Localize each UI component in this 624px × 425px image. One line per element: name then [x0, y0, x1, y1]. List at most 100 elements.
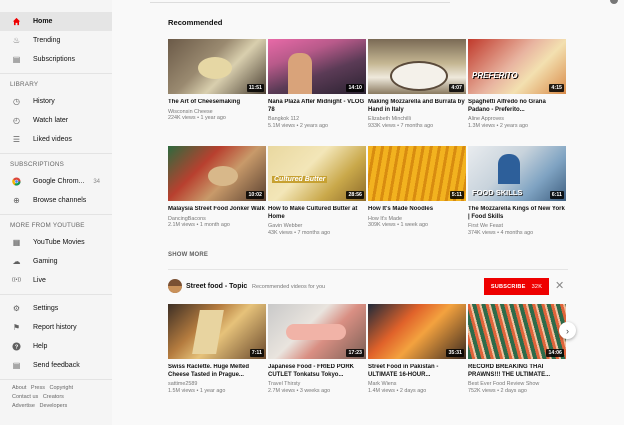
footer-link-contact[interactable]: Contact us [12, 394, 38, 400]
video-card[interactable]: 14:06 RECORD BREAKING THAI PRAWNS!!! THE… [468, 304, 566, 394]
subscribe-button[interactable]: SUBSCRIBE 32K [484, 278, 549, 295]
sidebar-item-label: Report history [33, 324, 77, 331]
video-duration: 14:06 [546, 349, 564, 357]
subscription-count: 34 [93, 178, 100, 185]
video-card[interactable]: 14:10 Nana Plaza After Midnight - VLOG 7… [268, 39, 366, 129]
video-title[interactable]: The Mozzarella Kings of New York | Food … [468, 206, 566, 221]
video-thumbnail[interactable]: 11:51 [168, 39, 266, 94]
video-card[interactable]: 17:23 Japanese Food - FRIED PORK CUTLET … [268, 304, 366, 394]
video-duration: 14:10 [346, 84, 364, 92]
video-thumbnail[interactable]: 14:10 [268, 39, 366, 94]
sidebar-item-history[interactable]: ◷ History [0, 92, 112, 111]
sidebar-item-label: Live [33, 277, 46, 284]
footer-link-developers[interactable]: Developers [39, 403, 67, 409]
video-card[interactable]: 7:11 Swiss Raclette. Huge Melted Cheese … [168, 304, 266, 394]
footer-link-press[interactable]: Press [31, 385, 45, 391]
shelf-title[interactable]: Street food - Topic [186, 283, 247, 290]
video-title[interactable]: Spaghetti Alfredo no Grana Padano - Pref… [468, 99, 566, 114]
thumbnail-overlay-text: Cultured Butter [272, 176, 328, 183]
sidebar-item-home[interactable]: Home [0, 12, 112, 31]
video-duration: 28:56 [346, 191, 364, 199]
video-meta: 933K views • 7 months ago [368, 122, 434, 129]
video-card[interactable]: 5:11 How It's Made Noodles How It's Made… [368, 146, 466, 229]
video-card[interactable]: PREFERITO 4:15 Spaghetti Alfredo no Gran… [468, 39, 566, 129]
video-card[interactable]: 10:02 Malaysia Street Food Jonker Walk D… [168, 146, 266, 229]
feedback-icon: ▤ [12, 361, 21, 370]
sidebar-item-gaming[interactable]: ☁ Gaming [0, 252, 112, 271]
sidebar-item-settings[interactable]: ⚙ Settings [0, 299, 112, 318]
video-duration: 5:11 [449, 191, 464, 199]
video-thumbnail[interactable]: 14:06 [468, 304, 566, 359]
help-icon: ? [12, 342, 21, 351]
sidebar-item-label: Watch later [33, 117, 69, 124]
subscriptions-heading: SUBSCRIPTIONS [10, 161, 65, 168]
section-title-recommended: Recommended [168, 18, 223, 27]
video-thumbnail[interactable]: PREFERITO 4:15 [468, 39, 566, 94]
video-title[interactable]: Nana Plaza After Midnight - VLOG 78 [268, 99, 366, 114]
library-heading: LIBRARY [10, 81, 39, 88]
footer-link-about[interactable]: About [12, 385, 26, 391]
close-icon[interactable]: ✕ [555, 281, 564, 292]
history-icon: ◷ [13, 97, 20, 106]
video-thumbnail[interactable]: 17:23 [268, 304, 366, 359]
video-thumbnail[interactable]: 35:31 [368, 304, 466, 359]
video-duration: 6:11 [549, 191, 564, 199]
sidebar-item-label: Trending [33, 37, 61, 44]
footer-link-copyright[interactable]: Copyright [50, 385, 74, 391]
video-card[interactable]: Cultured Butter 28:56 How to Make Cultur… [268, 146, 366, 236]
thumbnail-content [192, 310, 224, 354]
divider [0, 153, 112, 154]
show-more-button[interactable]: SHOW MORE [168, 252, 208, 258]
video-meta: 1.5M views • 1 year ago [168, 387, 226, 394]
video-thumbnail[interactable]: Cultured Butter 28:56 [268, 146, 366, 201]
video-meta: 1.3M views • 2 years ago [468, 122, 529, 129]
sidebar-item-report-history[interactable]: ⚑ Report history [0, 318, 112, 337]
thumbnail-content [288, 53, 312, 94]
video-title[interactable]: Malaysia Street Food Jonker Walk [168, 206, 266, 214]
video-duration: 17:23 [346, 349, 364, 357]
video-thumbnail[interactable]: 5:11 [368, 146, 466, 201]
sidebar-item-label: Subscriptions [33, 56, 76, 63]
next-arrow-icon[interactable]: › [559, 322, 576, 339]
video-title[interactable]: Swiss Raclette. Huge Melted Cheese Taste… [168, 364, 266, 379]
subscriber-count: 32K [531, 283, 543, 290]
sidebar-item-google-chrome[interactable]: Google Chrom... 34 [0, 172, 112, 191]
sidebar-item-watch-later[interactable]: ◴ Watch later [0, 111, 112, 130]
sidebar-item-label: Liked videos [33, 136, 72, 143]
video-title[interactable]: Street Food in Pakistan - ULTIMATE 16-HO… [368, 364, 466, 379]
video-card[interactable]: FOOD SKILLS 6:11 The Mozzarella Kings of… [468, 146, 566, 236]
video-card[interactable]: 11:51 The Art of Cheesemaking Wisconsin … [168, 39, 266, 122]
video-title[interactable]: How to Make Cultured Butter at Home [268, 206, 366, 221]
channel-avatar[interactable] [168, 279, 182, 293]
settings-icon: ⚙ [12, 304, 21, 313]
divider [0, 73, 112, 74]
sidebar-item-help[interactable]: ? Help [0, 337, 112, 356]
sidebar-item-live[interactable]: ((•)) Live [0, 271, 112, 290]
sidebar-item-label: Send feedback [33, 362, 80, 369]
video-thumbnail[interactable]: 10:02 [168, 146, 266, 201]
video-title[interactable]: Making Mozzarella and Burrata by Hand in… [368, 99, 466, 114]
video-thumbnail[interactable]: FOOD SKILLS 6:11 [468, 146, 566, 201]
chrome-icon [12, 177, 21, 186]
sidebar-item-browse-channels[interactable]: ⊕ Browse channels [0, 191, 112, 210]
video-thumbnail[interactable]: 4:07 [368, 39, 466, 94]
sidebar-item-liked-videos[interactable]: ☰ Liked videos [0, 130, 112, 149]
video-title[interactable]: RECORD BREAKING THAI PRAWNS!!! THE ULTIM… [468, 364, 566, 379]
sidebar-item-trending[interactable]: ♨ Trending [0, 31, 112, 50]
video-duration: 7:11 [249, 349, 264, 357]
sidebar-item-subscriptions[interactable]: ▤ Subscriptions [0, 50, 112, 69]
subscriptions-icon: ▤ [12, 55, 21, 64]
footer-link-creators[interactable]: Creators [43, 394, 64, 400]
video-title[interactable]: Japanese Food - FRIED PORK CUTLET Tonkat… [268, 364, 366, 379]
video-title[interactable]: How It's Made Noodles [368, 206, 466, 214]
sidebar-item-youtube-movies[interactable]: ▦ YouTube Movies [0, 233, 112, 252]
footer-link-advertise[interactable]: Advertise [12, 403, 35, 409]
video-meta: 2.1M views • 1 month ago [168, 222, 230, 228]
thumbnail-overlay-text: PREFERITO [472, 71, 518, 80]
sidebar-item-label: History [33, 98, 55, 105]
video-card[interactable]: 35:31 Street Food in Pakistan - ULTIMATE… [368, 304, 466, 394]
video-title[interactable]: The Art of Cheesemaking [168, 99, 266, 107]
video-card[interactable]: 4:07 Making Mozzarella and Burrata by Ha… [368, 39, 466, 129]
video-thumbnail[interactable]: 7:11 [168, 304, 266, 359]
sidebar-item-send-feedback[interactable]: ▤ Send feedback [0, 356, 112, 375]
